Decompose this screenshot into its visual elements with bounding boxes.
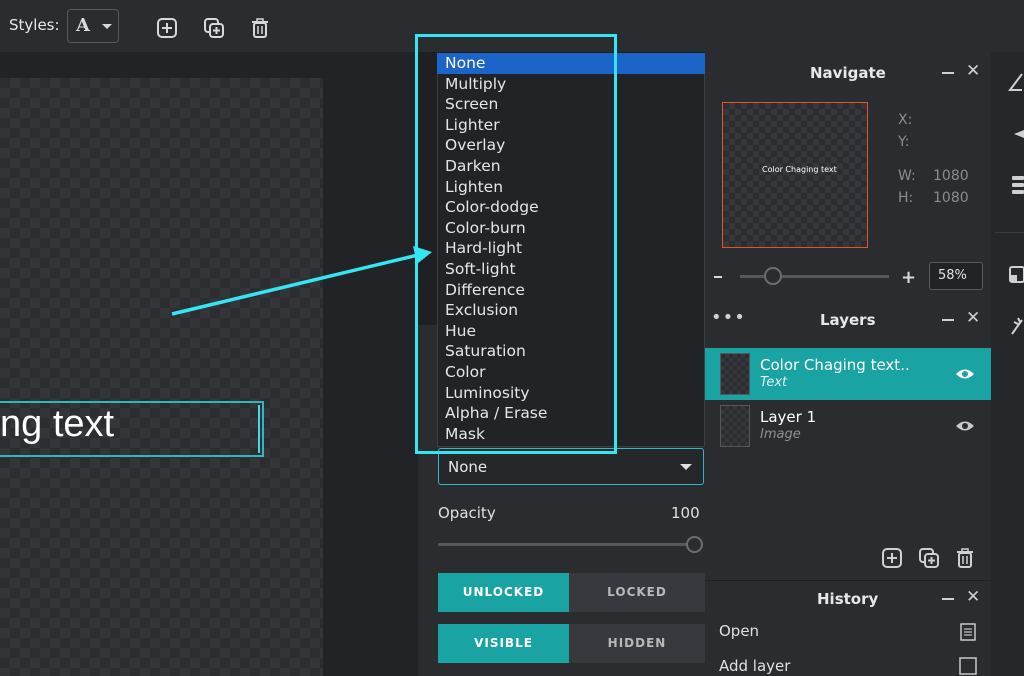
document-icon <box>960 623 976 641</box>
history-title: History <box>817 590 879 608</box>
zoom-slider-handle[interactable] <box>764 267 782 285</box>
frame-icon[interactable] <box>1008 264 1024 284</box>
hidden-button[interactable]: HIDDEN <box>569 624 705 663</box>
text-style-icon: A <box>76 15 90 36</box>
opacity-slider-track[interactable] <box>438 543 694 546</box>
history-item-add-layer[interactable]: Add layer <box>719 657 790 675</box>
close-icon[interactable]: ✕ <box>966 308 980 328</box>
opacity-slider-handle[interactable] <box>686 536 703 553</box>
opacity-label: Opacity <box>438 504 496 522</box>
add-layer-icon[interactable] <box>881 547 903 569</box>
panel-divider <box>705 580 991 581</box>
layer-type: Text <box>760 375 788 390</box>
opacity-value: 100 <box>671 504 700 522</box>
minimize-icon[interactable] <box>942 598 954 600</box>
locked-button[interactable]: LOCKED <box>569 573 705 612</box>
navigate-title: Navigate <box>810 64 886 82</box>
eye-icon[interactable] <box>955 420 975 432</box>
add-square-icon[interactable] <box>156 17 178 39</box>
layer-name: Layer 1 <box>760 408 817 426</box>
text-styles-dropdown[interactable]: A <box>67 9 119 43</box>
layer-thumbnail <box>720 353 750 395</box>
highlight-box <box>415 34 617 454</box>
y-label: Y: <box>898 134 910 150</box>
triangle-icon[interactable] <box>1008 72 1024 92</box>
styles-label: Styles: <box>9 16 60 34</box>
eye-icon[interactable] <box>955 368 975 380</box>
minimize-icon[interactable] <box>942 72 954 74</box>
zoom-input[interactable]: 58% <box>929 262 983 290</box>
trash-icon[interactable] <box>249 17 271 39</box>
chevron-down-icon <box>102 24 112 29</box>
close-icon[interactable]: ✕ <box>966 587 980 607</box>
layer-thumbnail <box>720 405 750 447</box>
zoom-in-button[interactable]: + <box>901 267 916 288</box>
close-icon[interactable]: ✕ <box>966 61 980 81</box>
layer-type: Image <box>760 427 801 442</box>
w-value: 1080 <box>933 168 969 184</box>
blend-mode-value: None <box>448 458 488 476</box>
zoom-slider-track[interactable] <box>740 275 889 278</box>
history-item-open[interactable]: Open <box>719 622 759 640</box>
unlocked-button[interactable]: UNLOCKED <box>438 573 569 612</box>
navigator-preview-text: Color Chaging text <box>762 165 837 174</box>
chevron-down-icon <box>680 464 692 470</box>
magic-icon[interactable] <box>1008 316 1024 336</box>
list-icon[interactable] <box>1008 174 1024 194</box>
minimize-icon[interactable] <box>942 319 954 321</box>
duplicate-icon[interactable] <box>203 17 225 39</box>
layers-title: Layers <box>820 311 876 329</box>
layer-name: Color Chaging text.. <box>760 356 910 374</box>
w-label: W: <box>898 168 916 184</box>
text-cursor <box>258 405 260 453</box>
x-label: X: <box>898 112 913 128</box>
delete-layer-icon[interactable] <box>954 547 976 569</box>
layer-square-icon <box>959 657 977 675</box>
h-label: H: <box>898 190 914 206</box>
navigator-preview[interactable] <box>722 102 868 248</box>
duplicate-layer-icon[interactable] <box>918 547 940 569</box>
strip-divider <box>995 232 1024 233</box>
h-value: 1080 <box>933 190 969 206</box>
zoom-out-button[interactable] <box>714 276 722 278</box>
text-selection-box[interactable] <box>0 401 264 457</box>
side-tool-strip <box>991 52 1024 676</box>
canvas-document[interactable] <box>0 78 323 676</box>
more-options-icon[interactable]: ••• <box>711 307 746 328</box>
visible-button[interactable]: VISIBLE <box>438 624 569 663</box>
layers-stack-icon[interactable] <box>1008 124 1024 144</box>
